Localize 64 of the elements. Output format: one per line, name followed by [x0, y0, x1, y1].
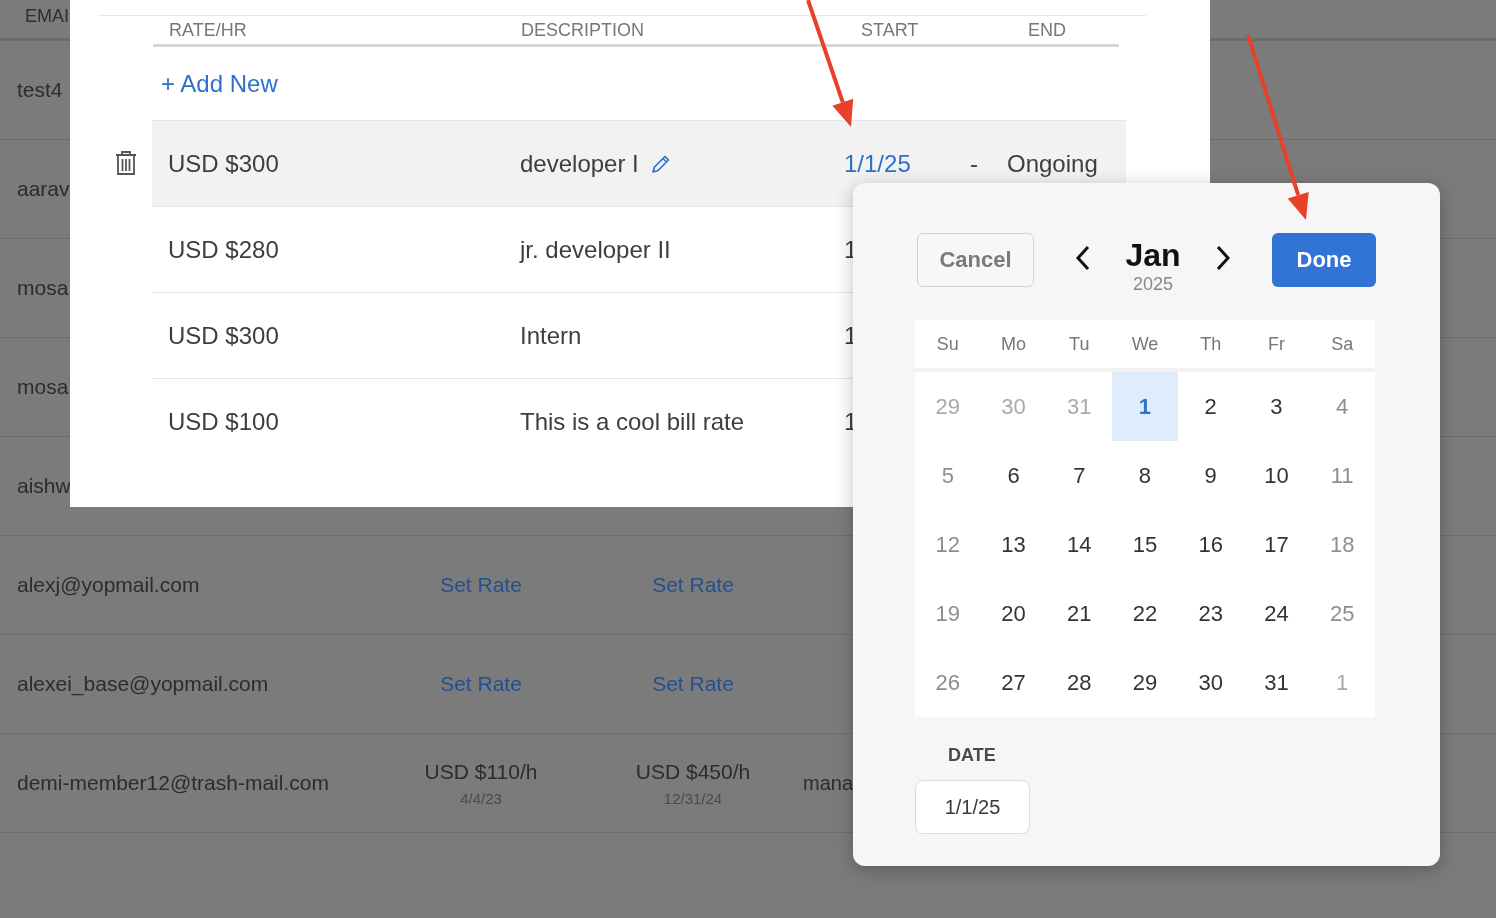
description-text: This is a cool bill rate	[520, 407, 745, 436]
calendar-day[interactable]: 27	[980, 648, 1047, 717]
email-text: mosa	[17, 375, 69, 399]
email-text: demi-member12@trash-mail.com	[17, 771, 329, 795]
date-label: DATE	[948, 745, 997, 766]
dash-text: -	[970, 149, 979, 178]
calendar-day[interactable]: 10	[1243, 441, 1310, 510]
email-text: alexei_base@yopmail.com	[17, 672, 269, 696]
weekday-label: Th	[1199, 333, 1223, 355]
rate-text: USD $110/h	[424, 759, 538, 784]
rate-text: USD $450/h	[635, 759, 751, 784]
calendar-day[interactable]: 28	[1046, 648, 1113, 717]
email-text: test4	[17, 78, 63, 102]
rate-text: USD $280	[167, 235, 280, 264]
calendar-day[interactable]: 24	[1243, 579, 1310, 648]
calendar-day[interactable]: 22	[1112, 579, 1178, 648]
calendar-day[interactable]: 2	[1177, 372, 1244, 441]
calendar-day[interactable]: 20	[980, 579, 1047, 648]
description-text: Intern	[520, 321, 582, 350]
calendar-day[interactable]: 9	[1177, 441, 1244, 510]
weekday-label: Sa	[1330, 333, 1355, 355]
date-field[interactable]: 1/1/25	[915, 780, 1030, 834]
column-header: EMAI	[25, 6, 69, 27]
weekday-label: Mo	[1000, 333, 1028, 355]
calendar-day[interactable]: 1	[1112, 372, 1178, 441]
calendar-day[interactable]: 16	[1177, 510, 1244, 579]
email-text: alexj@yopmail.com	[17, 573, 200, 597]
calendar-day[interactable]: 15	[1112, 510, 1178, 579]
calendar-day[interactable]: 30	[1177, 648, 1244, 717]
weekday-label: Tu	[1068, 333, 1091, 355]
calendar-day[interactable]: 21	[1046, 579, 1113, 648]
calendar-day[interactable]: 3	[1243, 372, 1310, 441]
weekday-label: We	[1130, 333, 1160, 355]
weekday-label: Fr	[1266, 333, 1286, 355]
rate-text: USD $300	[167, 321, 280, 350]
start-date[interactable]: 1/1/25	[844, 149, 970, 178]
description-text: developer I	[520, 149, 639, 178]
end-date: Ongoing	[1007, 149, 1099, 178]
calendar-day[interactable]: 31	[1243, 648, 1310, 717]
weekday-label: Su	[935, 333, 960, 355]
add-new-link[interactable]: + Add New	[161, 69, 278, 98]
column-header: START	[860, 19, 920, 41]
rate-text: USD $100	[167, 407, 280, 436]
column-header: DESCRIPTION	[521, 19, 645, 41]
done-button[interactable]: Done	[1272, 233, 1376, 287]
email-text: aarav	[17, 177, 70, 201]
year-label: 2025	[1132, 273, 1173, 295]
calendar-day[interactable]: 14	[1046, 510, 1113, 579]
table-row[interactable]: USD $300 developer I 1/1/25 - Ongoing	[152, 120, 1126, 206]
calendar-day[interactable]: 29	[1112, 648, 1178, 717]
rate-text: USD $300	[167, 149, 280, 178]
email-text: aishw	[17, 474, 71, 498]
calendar-day[interactable]: 13	[980, 510, 1047, 579]
column-header: RATE/HR	[168, 19, 248, 41]
pencil-icon[interactable]	[650, 153, 671, 174]
month-label: Jan	[1125, 237, 1181, 273]
calendar-day[interactable]: 17	[1243, 510, 1310, 579]
email-text: mosa	[17, 276, 69, 300]
description-text: jr. developer II	[520, 235, 671, 264]
column-header: END	[1027, 19, 1067, 41]
calendar-day[interactable]: 23	[1177, 579, 1244, 648]
trash-icon[interactable]	[115, 150, 137, 176]
cancel-button[interactable]: Cancel	[917, 233, 1034, 287]
table-cell-text: mana	[802, 771, 854, 794]
